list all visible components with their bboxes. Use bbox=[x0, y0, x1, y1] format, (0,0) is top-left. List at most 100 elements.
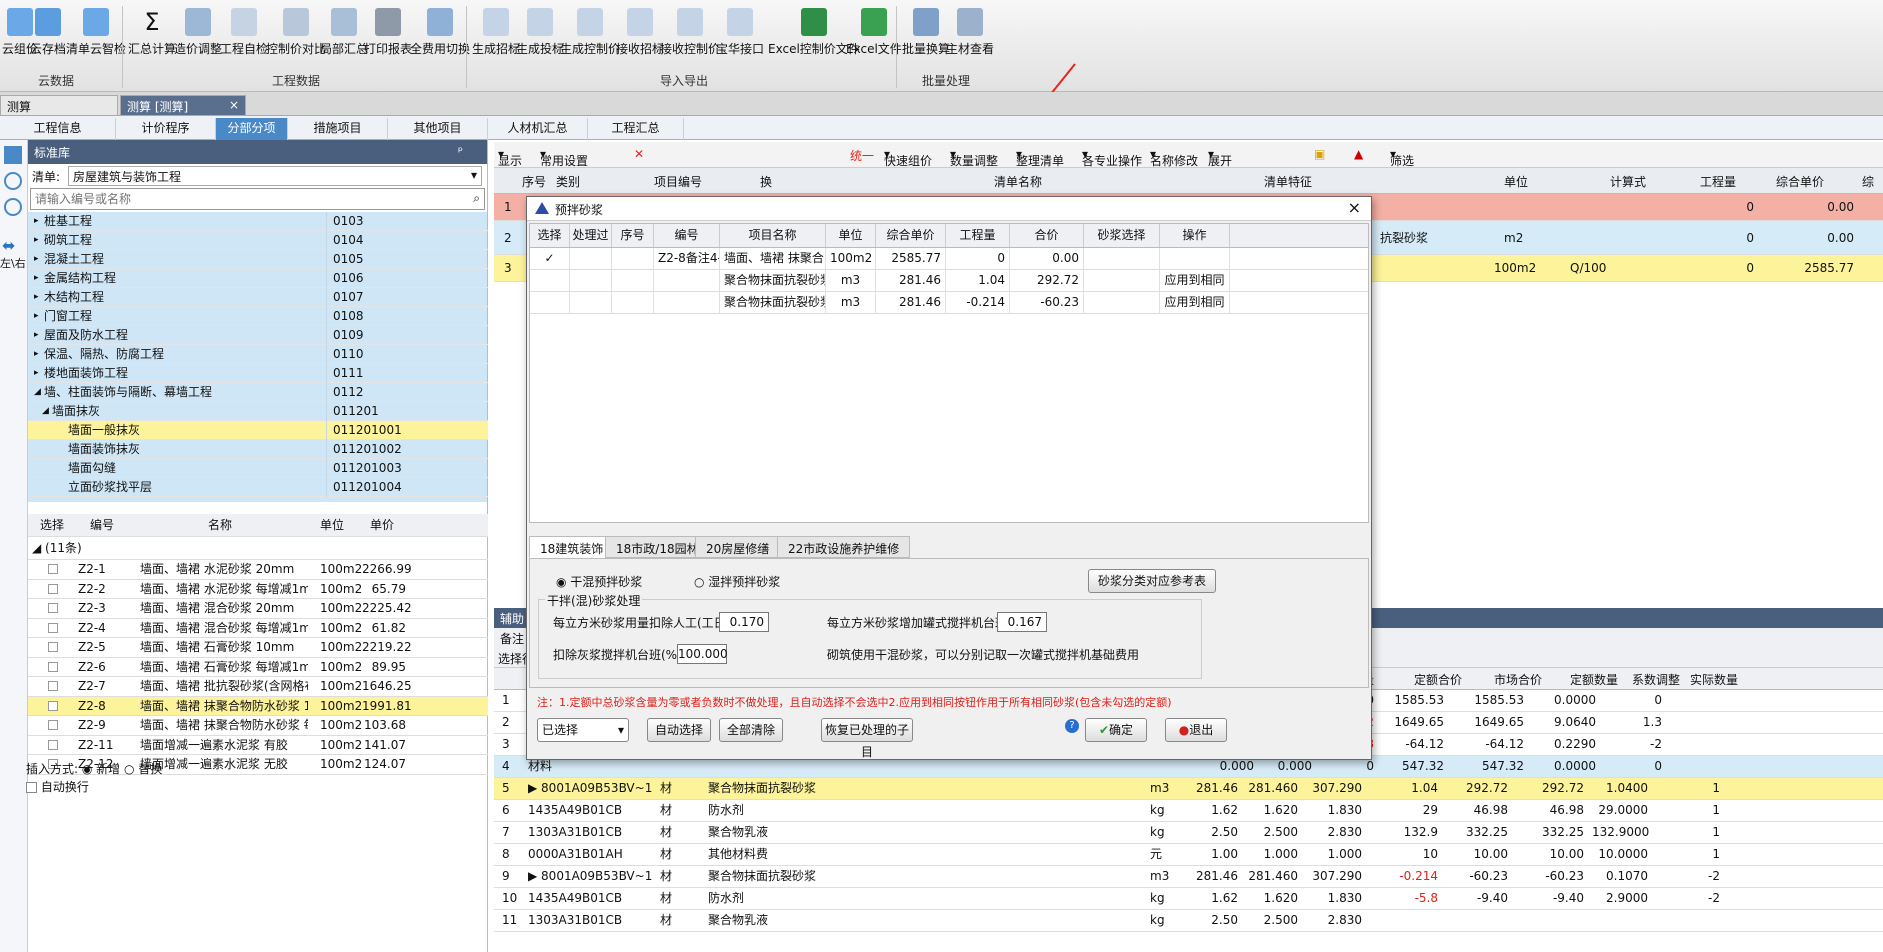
checkbox[interactable] bbox=[48, 603, 58, 613]
cloud-save-button[interactable]: 云存档 bbox=[30, 8, 66, 57]
tree-row[interactable]: 混凝土工程 ▸ 0105 bbox=[28, 250, 488, 269]
aux-row[interactable]: 6 1435A49B01CB 材 防水剂 kg 1.62 1.620 1.830 29 46.98… bbox=[494, 800, 1883, 822]
select-checkbox[interactable] bbox=[530, 270, 570, 292]
tab-maintenance[interactable]: 22市政设施养护维修 bbox=[777, 536, 911, 558]
tab-municipal[interactable]: 18市政/18园林 bbox=[605, 536, 710, 558]
radio-new[interactable]: ◉ 新增 bbox=[82, 762, 120, 776]
tree-row[interactable]: 砌筑工程 ▸ 0104 bbox=[28, 231, 488, 250]
print-report-button[interactable]: 打印报表 bbox=[364, 8, 412, 57]
aux-row[interactable]: 10 1435A49B01CB 材 防水剂 kg 1.62 1.620 1.830 -5.8 -9… bbox=[494, 888, 1883, 910]
help-icon[interactable]: ? bbox=[1065, 719, 1079, 733]
quota-row[interactable]: Z2-2 墙面、墙裙 水泥砂浆 每增减1mm 100m2 65.79 bbox=[28, 580, 488, 599]
excel-file-button[interactable]: Excel文件 bbox=[846, 8, 902, 57]
quick-price-menu[interactable]: 快速组价 ▾ bbox=[884, 147, 932, 168]
quota-row[interactable]: Z2-4 墙面、墙裙 混合砂浆 每增减1mm 100m2 61.82 bbox=[28, 619, 488, 638]
aux-row[interactable]: 9 ▶ 8001A09B53BV~1 材 聚合物抹面抗裂砂浆 m3 281.46 281.4… bbox=[494, 866, 1883, 888]
list-icon[interactable] bbox=[4, 146, 22, 164]
aux-row[interactable]: 11 1303A31B01CB 材 聚合物乳液 kg 2.50 2.500 2.830 bbox=[494, 910, 1883, 932]
deduct-labor-input[interactable]: 0.170 bbox=[719, 612, 769, 632]
batch-convert-button[interactable]: 批量换算 bbox=[902, 8, 950, 57]
doc-tab-2[interactable]: 测算 [测算] × bbox=[120, 95, 246, 116]
tree-row[interactable]: 保温、隔热、防腐工程 ▸ 0110 bbox=[28, 345, 488, 364]
expand-arrow-icon[interactable]: ◢ bbox=[34, 383, 41, 401]
tab-other[interactable]: 其他项目 bbox=[388, 118, 488, 140]
close-icon[interactable]: × bbox=[229, 98, 239, 112]
expand-arrow-icon[interactable]: ▸ bbox=[34, 345, 39, 363]
ok-button[interactable]: ✔确定 bbox=[1085, 718, 1147, 742]
checkbox[interactable] bbox=[48, 622, 58, 633]
apply-same-button[interactable]: 应用到相同 bbox=[1160, 292, 1230, 314]
aux-row[interactable]: 8 0000A31B01AH 材 其他材料费 元 1.00 1.000 1.000 10 10.0… bbox=[494, 844, 1883, 866]
expand-arrow-icon[interactable]: ▸ bbox=[34, 231, 39, 249]
checkbox[interactable] bbox=[48, 739, 58, 750]
radio-dry[interactable]: ◉ 干混预拌砂浆 bbox=[556, 573, 642, 590]
quota-row[interactable]: Z2-9 墙面、墙裙 抹聚合物防水砂浆 每增... 100m2103.68 bbox=[28, 716, 488, 736]
summary-calc-button[interactable]: Σ 汇总计算 bbox=[128, 8, 176, 57]
aux-row[interactable]: 7 1303A31B01CB 材 聚合物乳液 kg 2.50 2.500 2.830 132.9… bbox=[494, 822, 1883, 844]
tree-row[interactable]: 门窗工程 ▸ 0108 bbox=[28, 307, 488, 326]
tree-row[interactable]: 木结构工程 ▸ 0107 bbox=[28, 288, 488, 307]
quota-row[interactable]: Z2-8 墙面、墙裙 抹聚合物防水砂浆 10mm 100m21991.81 bbox=[28, 696, 488, 716]
expand-arrow-icon[interactable]: ◢ bbox=[42, 402, 49, 420]
dialog-row[interactable]: ✓ Z2-8备注4-[Z墙面、墙裙 抹聚合...100m22585.7700.00 bbox=[530, 248, 1368, 270]
add-mixer-input[interactable]: 0.167 bbox=[997, 612, 1047, 632]
aux-row[interactable]: 5 ▶ 8001A09B53BV~1 材 聚合物抹面抗裂砂浆 m3 281.46 281.4… bbox=[494, 778, 1883, 800]
checkbox[interactable] bbox=[48, 564, 58, 574]
delete-icon[interactable]: ✕ bbox=[634, 147, 644, 161]
discipline-ops-menu[interactable]: 各专业操作 ▾ bbox=[1082, 147, 1142, 168]
tree-row[interactable]: 屋面及防水工程 ▸ 0109 bbox=[28, 326, 488, 345]
common-settings-menu[interactable]: 常用设置 ▾ bbox=[540, 147, 588, 168]
tab-construction[interactable]: 18建筑装饰 bbox=[529, 536, 615, 558]
filter-menu[interactable]: 筛选 ▾ bbox=[1390, 147, 1414, 168]
deduct-mixer-input[interactable]: 100.000 bbox=[677, 644, 728, 664]
baohua-button[interactable]: 宝华接口 bbox=[716, 8, 764, 57]
gen-control-button[interactable]: 生成控制价 bbox=[560, 8, 620, 57]
swap-icon[interactable]: ⬌ bbox=[2, 236, 25, 255]
rename-menu[interactable]: 名称修改 ▾ bbox=[1150, 147, 1198, 168]
tree-row[interactable]: 桩基工程 ▸ 0103 bbox=[28, 212, 488, 231]
gen-bid-button[interactable]: 生成投标 bbox=[516, 8, 564, 57]
main-material-button[interactable]: 主材查看 bbox=[946, 8, 994, 57]
tab-measures[interactable]: 措施项目 bbox=[288, 118, 388, 140]
radio-replace[interactable]: ○ 替换 bbox=[124, 762, 162, 776]
tab-resources[interactable]: 人材机汇总 bbox=[488, 118, 588, 140]
expand-arrow-icon[interactable]: ▸ bbox=[34, 307, 39, 325]
expand-arrow-icon[interactable]: ▸ bbox=[34, 212, 39, 230]
recv-tender-button[interactable]: 接收招标 bbox=[616, 8, 664, 57]
lock-icon[interactable]: ▣ bbox=[1314, 147, 1325, 161]
quota-row[interactable]: Z2-3 墙面、墙裙 混合砂浆 20mm 100m2 2225.42 bbox=[28, 599, 488, 619]
checkbox[interactable] bbox=[48, 583, 58, 594]
arrange-menu[interactable]: 整理清单 ▾ bbox=[1016, 147, 1064, 168]
exit-button[interactable]: ●退出 bbox=[1165, 718, 1227, 742]
price-adjust-button[interactable]: 造价调整 bbox=[174, 8, 222, 57]
select-checkbox[interactable] bbox=[530, 292, 570, 314]
self-check-button[interactable]: 工程自检 bbox=[220, 8, 268, 57]
nav-icon[interactable] bbox=[4, 198, 22, 216]
expand-arrow-icon[interactable]: ▸ bbox=[34, 326, 39, 344]
tree-row[interactable]: 立面砂浆找平层 011201004 bbox=[28, 478, 488, 497]
gen-tender-button[interactable]: 生成招标 bbox=[472, 8, 520, 57]
quota-row[interactable]: Z2-7 墙面、墙裙 批抗裂砂浆(含网格布) 100m2 1646.25 bbox=[28, 677, 488, 697]
quota-row[interactable]: Z2-6 墙面、墙裙 石膏砂浆 每增减1mm 100m2 89.95 bbox=[28, 658, 488, 677]
fill-color-icon[interactable]: ▲ bbox=[1354, 147, 1363, 161]
checkbox[interactable] bbox=[48, 700, 58, 711]
close-icon[interactable]: × bbox=[1348, 198, 1361, 217]
tree-row[interactable]: 楼地面装饰工程 ▸ 0111 bbox=[28, 364, 488, 383]
search-icon[interactable]: ⌕ bbox=[473, 191, 480, 206]
auto-wrap-checkbox[interactable]: 自动换行 bbox=[26, 778, 89, 795]
restore-button[interactable]: 恢复已处理的子目 bbox=[821, 718, 913, 759]
tree-row[interactable]: 墙面抹灰 ◢ 011201 bbox=[28, 402, 488, 421]
unify-button[interactable]: 统一 bbox=[850, 147, 874, 164]
doc-tab-1[interactable]: 测算 bbox=[0, 95, 118, 116]
list-dropdown[interactable]: 房屋建筑与装饰工程 ▾ bbox=[68, 166, 482, 186]
checkbox[interactable] bbox=[48, 642, 58, 652]
expand-menu[interactable]: 展开 ▾ bbox=[1208, 147, 1232, 168]
full-cost-button[interactable]: 全费用切换 bbox=[410, 8, 470, 57]
cloud-check-button[interactable]: 清单云智检 bbox=[66, 8, 126, 57]
quota-row[interactable]: Z2-11 墙面增减一遍素水泥浆 有胶 100m2 141.07 bbox=[28, 736, 488, 755]
dialog-row[interactable]: 聚合物抹面抗裂砂浆 m3 281.46 1.04 292.72 应用到相同 bbox=[530, 270, 1368, 292]
tree-row[interactable]: 墙面勾缝 011201003 bbox=[28, 459, 488, 478]
expand-arrow-icon[interactable]: ▸ bbox=[34, 269, 39, 287]
dialog-row[interactable]: 聚合物抹面抗裂砂浆 m3 281.46 -0.214 -60.23 应用到相同 bbox=[530, 292, 1368, 314]
select-checkbox[interactable]: ✓ bbox=[530, 248, 570, 270]
